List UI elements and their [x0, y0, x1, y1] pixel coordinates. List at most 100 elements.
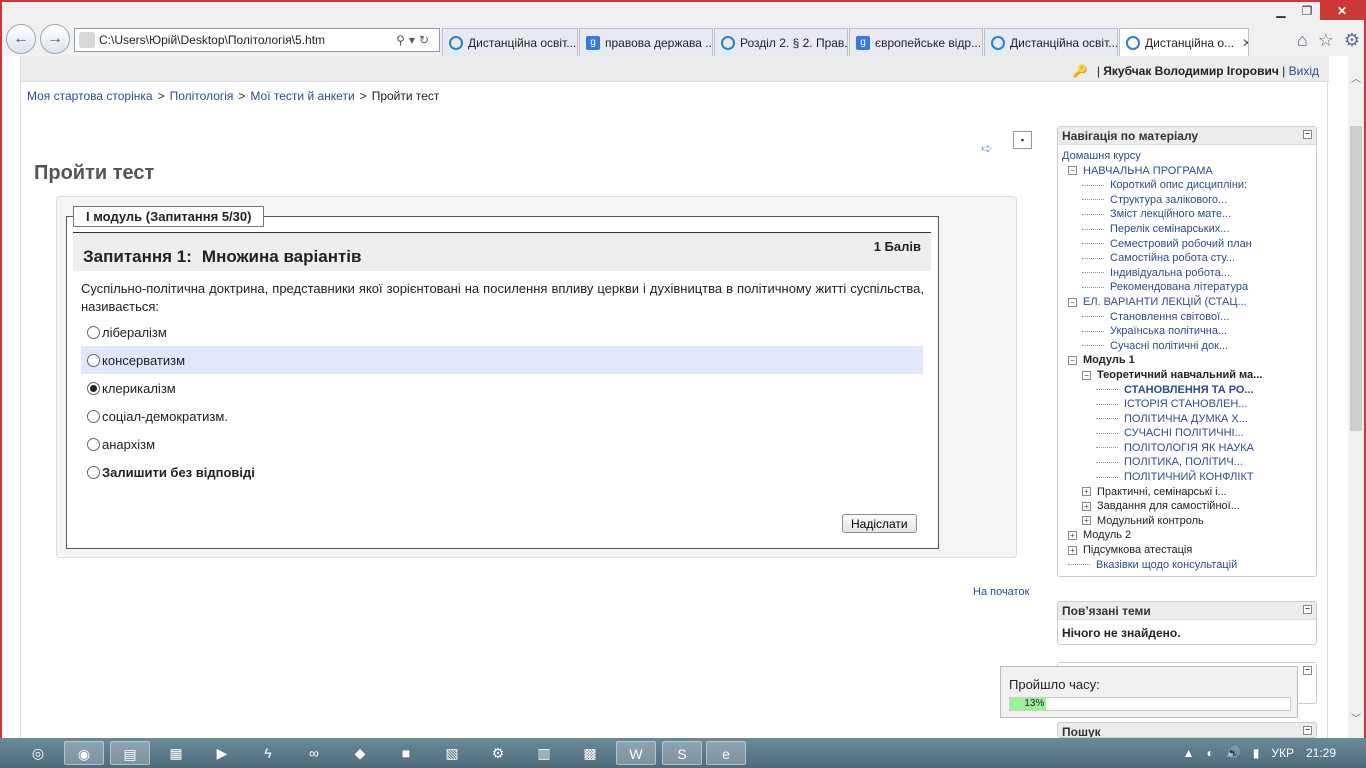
expand-icon[interactable]: + [1068, 545, 1077, 555]
nav-tree-item[interactable]: СТАНОВЛЕННЯ ТА РО... [1062, 383, 1316, 398]
logout-link[interactable]: Вихід [1289, 64, 1319, 78]
forward-button[interactable]: → [40, 24, 70, 54]
address-tools-icon[interactable]: ⚲▾↻ [396, 33, 439, 47]
calculator-taskbar-icon[interactable]: ▩ [570, 741, 610, 765]
nav-tree-item[interactable]: + Підсумкова атестація [1062, 543, 1316, 558]
ie-taskbar-icon[interactable]: e [706, 741, 746, 765]
nav-tree-label[interactable]: Перелік семінарських... [1110, 223, 1229, 235]
network-taskbar-icon[interactable]: ⚙ [478, 741, 518, 765]
nav-tree-item[interactable]: − Теоретичний навчальний ма... [1062, 368, 1316, 383]
nav-tree-label[interactable]: Становлення світової... [1110, 311, 1229, 323]
nav-tree-label[interactable]: ІСТОРІЯ СТАНОВЛЕН... [1124, 398, 1247, 410]
nav-tree-label[interactable]: Вказівки щодо консультацій [1096, 559, 1237, 571]
scroll-up-icon[interactable]: ︿ [1350, 70, 1362, 85]
scroll-down-icon[interactable]: ﹀ [1350, 710, 1362, 725]
answer-radio[interactable] [87, 353, 100, 367]
nav-tree-item[interactable]: ПОЛІТИЧНИЙ КОНФЛІКТ [1062, 470, 1316, 485]
browser-tab[interactable]: Дистанційна освіт... [442, 28, 578, 56]
vertical-scrollbar[interactable]: ︿ ﹀ [1348, 56, 1364, 738]
expand-icon[interactable]: + [1082, 487, 1091, 497]
collapse-icon[interactable]: − [1068, 355, 1077, 365]
nav-tree-item[interactable]: Короткий опис дисципліни: [1062, 178, 1316, 193]
nav-tree-label[interactable]: СУЧАСНІ ПОЛІТИЧНІ... [1124, 427, 1244, 439]
nav-tree-item[interactable]: − НАВЧАЛЬНА ПРОГРАМА [1062, 164, 1316, 179]
nav-tree-label[interactable]: Модуль 1 [1083, 354, 1135, 366]
browser-tab[interactable]: g європейське відр... [849, 28, 983, 56]
nav-tree-label[interactable]: Сучасні політичні док... [1110, 340, 1228, 352]
lightning-taskbar-icon[interactable]: ϟ [248, 741, 288, 765]
tray-arrow-icon[interactable]: ▲ [1183, 746, 1195, 760]
nav-tree-item[interactable]: + Модульний контроль [1062, 514, 1316, 529]
explorer-taskbar-icon[interactable]: ▤ [110, 741, 150, 765]
photoshop-taskbar-icon[interactable]: ■ [386, 741, 426, 765]
maximize-button[interactable]: ❐ [1294, 2, 1320, 20]
arrow-right-icon[interactable]: ➪ [981, 140, 993, 157]
chrome-taskbar-icon[interactable]: ◉ [64, 741, 104, 765]
nav-tree-item[interactable]: Самостійна робота сту... [1062, 251, 1316, 266]
scroll-thumb[interactable] [1350, 126, 1362, 431]
answer-option[interactable]: консерватизм [81, 346, 923, 374]
answer-radio[interactable] [87, 381, 100, 395]
browser-tab[interactable]: Дистанційна освіт... [984, 28, 1118, 56]
player-taskbar-icon[interactable]: ▶ [202, 741, 242, 765]
nav-tree-item[interactable]: Сучасні політичні док... [1062, 339, 1316, 354]
nav-tree-item[interactable]: Становлення світової... [1062, 310, 1316, 325]
clock[interactable]: 21:29 [1306, 746, 1336, 760]
minimize-button[interactable]: ▁ [1268, 2, 1294, 20]
expand-icon[interactable]: + [1082, 516, 1091, 526]
browser-tab[interactable]: Розділ 2. § 2. Прав... [714, 28, 848, 56]
media-taskbar-icon[interactable]: ▦ [156, 741, 196, 765]
word-taskbar-icon[interactable]: W [616, 741, 656, 765]
answer-option[interactable]: анархізм [81, 430, 923, 458]
collapse-icon[interactable]: − [1068, 297, 1077, 307]
address-bar[interactable]: C:\Users\Юрій\Desktop\Політологія\5.htm … [74, 28, 440, 52]
nav-tree-item[interactable]: + Модуль 2 [1062, 528, 1316, 543]
home-icon[interactable]: ⌂ [1297, 30, 1308, 51]
browser-tab[interactable]: g правова держава ... [579, 28, 713, 56]
nav-tree-item[interactable]: ПОЛІТОЛОГІЯ ЯК НАУКА [1062, 441, 1316, 456]
breadcrumb-link[interactable]: Мої тести й анкети [250, 89, 354, 103]
favorites-star-icon[interactable]: ☆ [1318, 30, 1334, 51]
mask-taskbar-icon[interactable]: ∞ [294, 741, 334, 765]
network-icon[interactable]: ▮ [1253, 746, 1260, 760]
tray-apps-icon[interactable]: ◐ [1207, 746, 1214, 760]
nav-tree-label[interactable]: ЕЛ. ВАРІАНТИ ЛЕКЦІЙ (СТАЦ... [1083, 296, 1247, 308]
nav-tree-label[interactable]: Зміст лекційного мате... [1110, 208, 1231, 220]
nav-tree-item[interactable]: ПОЛІТИЧНА ДУМКА Х... [1062, 412, 1316, 427]
nav-tree-item[interactable]: + Практичні, семінарські і... [1062, 485, 1316, 500]
nav-tree-label[interactable]: Українська політична... [1110, 325, 1227, 337]
nav-tree-item[interactable]: + Завдання для самостійної... [1062, 499, 1316, 514]
nav-tree-item[interactable]: ПОЛІТИКА, ПОЛІТИЧ... [1062, 455, 1316, 470]
back-button[interactable]: ← [6, 24, 36, 54]
answer-option[interactable]: лібералізм [81, 318, 923, 346]
book-taskbar-icon[interactable]: ▥ [524, 741, 564, 765]
nav-tree-label[interactable]: Підсумкова атестація [1083, 544, 1192, 556]
expand-icon[interactable]: + [1068, 531, 1077, 541]
nav-tree-label[interactable]: Рекомендована література [1110, 281, 1248, 293]
nav-tree-label[interactable]: НАВЧАЛЬНА ПРОГРАМА [1083, 165, 1213, 177]
nav-tree-item[interactable]: Українська політична... [1062, 324, 1316, 339]
answer-option[interactable]: соціал-демократизм. [81, 402, 923, 430]
answer-radio[interactable] [87, 409, 100, 423]
breadcrumb-link[interactable]: Політологія [170, 89, 234, 103]
tab-close-icon[interactable]: ✕ [1242, 36, 1248, 50]
nav-tree-item[interactable]: Індивідуальна робота... [1062, 266, 1316, 281]
answer-option[interactable]: Залишити без відповіді [81, 458, 923, 486]
collapse-icon[interactable]: − [1303, 605, 1312, 614]
nav-tree-item[interactable]: Зміст лекційного мате... [1062, 207, 1316, 222]
nav-tree-label[interactable]: Короткий опис дисципліни: [1110, 179, 1247, 191]
nav-home-link[interactable]: Домашня курсу [1062, 150, 1141, 162]
excel-taskbar-icon[interactable]: ▧ [432, 741, 472, 765]
submit-button[interactable]: Надіслати [842, 514, 917, 533]
answer-option[interactable]: клерикалізм [81, 374, 923, 402]
visual-studio-taskbar-icon[interactable]: ◆ [340, 741, 380, 765]
collapse-icon[interactable]: − [1303, 726, 1312, 735]
nav-tree-label[interactable]: Практичні, семінарські і... [1097, 486, 1227, 498]
answer-radio[interactable] [87, 437, 100, 451]
nav-tree-label[interactable]: Самостійна робота сту... [1110, 252, 1235, 264]
answer-radio[interactable] [87, 325, 100, 339]
nav-tree-item[interactable]: − Модуль 1 [1062, 353, 1316, 368]
nav-tree-item[interactable]: СУЧАСНІ ПОЛІТИЧНІ... [1062, 426, 1316, 441]
nav-tree-item[interactable]: Структура залікового... [1062, 193, 1316, 208]
settings-gear-icon[interactable]: ⚙ [1344, 30, 1360, 51]
